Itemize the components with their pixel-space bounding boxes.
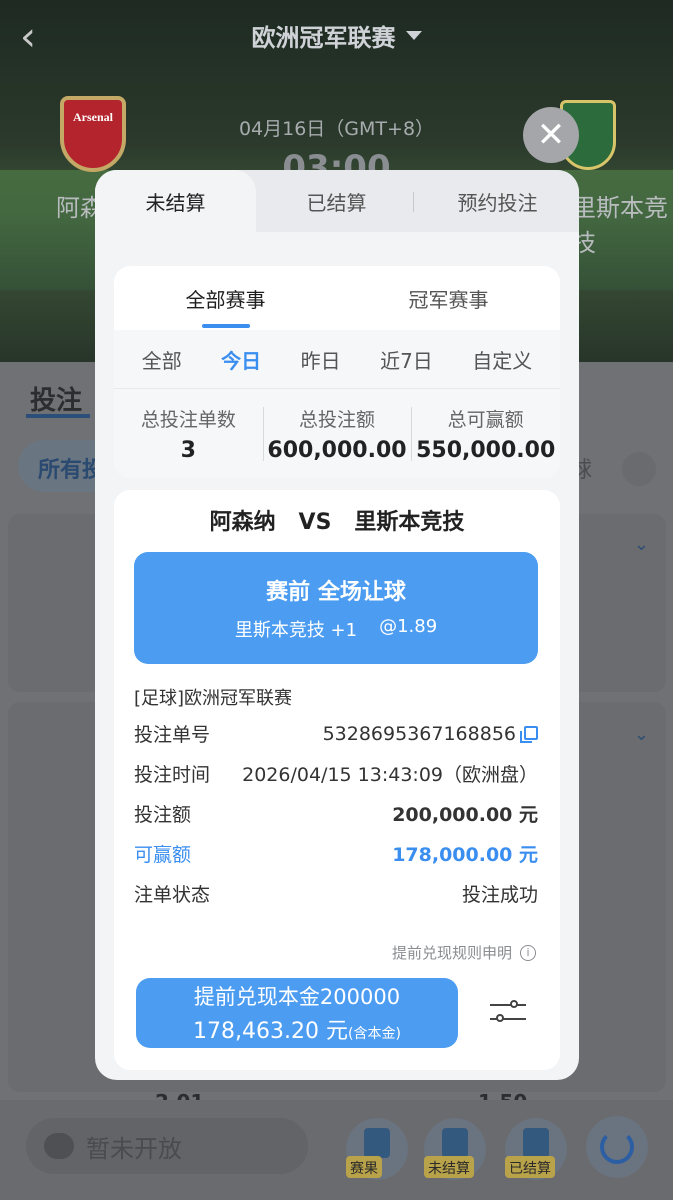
results-label: 赛果: [346, 1156, 382, 1178]
tab-champion-events[interactable]: 冠军赛事: [337, 266, 560, 330]
filter-today[interactable]: 今日: [221, 345, 261, 374]
stat-label: 总投注额: [299, 408, 376, 431]
copy-icon[interactable]: [520, 725, 538, 743]
stat-value: 600,000.00: [267, 437, 407, 463]
dropdown-icon[interactable]: [622, 452, 656, 486]
tab-underline: [26, 414, 90, 418]
status-label: 注单状态: [134, 884, 211, 906]
filter-last-7-days[interactable]: 近7日: [380, 345, 433, 374]
league-selector[interactable]: 欧洲冠军联赛: [252, 18, 422, 53]
caret-down-icon: [405, 30, 422, 40]
tab-bet[interactable]: 投注: [30, 380, 82, 417]
bet-selection-box: 赛前 全场让球 里斯本竞技 +1 @1.89: [134, 552, 538, 664]
bet-detail-card: 阿森纳 VS 里斯本竞技 赛前 全场让球 里斯本竞技 +1 @1.89 [足球]…: [114, 490, 560, 1070]
bet-pick: 里斯本竞技 +1: [234, 620, 358, 641]
win-amount: 178,000.00 元: [392, 844, 538, 866]
cashout-button[interactable]: 提前兑现本金200000 178,463.20 元(含本金): [136, 978, 458, 1048]
cashout-rules-link[interactable]: 提前兑现规则申明 i: [392, 942, 536, 963]
settled-label: 已结算: [505, 1156, 555, 1178]
close-icon: ✕: [536, 115, 566, 155]
active-tab-indicator: [202, 324, 250, 328]
cashout-rules-text: 提前兑现规则申明: [391, 944, 512, 962]
stake-label: 投注额: [134, 804, 192, 826]
chat-input[interactable]: 暂未开放: [26, 1118, 308, 1174]
adjust-sliders-icon[interactable]: [490, 996, 526, 1026]
stat-value: 3: [180, 437, 196, 463]
order-number-label: 投注单号: [134, 724, 211, 746]
filter-yesterday[interactable]: 昨日: [301, 345, 341, 374]
status-tabs: 未结算 已结算 预约投注: [95, 170, 579, 232]
bet-type: 赛前 全场让球: [266, 580, 406, 605]
away-team-name: 里斯本竞技: [572, 194, 668, 257]
cashout-amount: 178,463.20 元: [193, 1019, 349, 1044]
tab-divider: [413, 192, 414, 212]
filter-custom[interactable]: 自定义: [472, 345, 532, 374]
unsettled-label: 未结算: [424, 1156, 474, 1178]
bet-stats: 总投注单数 3 总投注额 600,000.00 总可赢额 550,000.00: [114, 388, 560, 478]
results-icon: [364, 1128, 390, 1158]
filter-all[interactable]: 全部: [142, 345, 182, 374]
stake-amount: 200,000.00 元: [392, 804, 538, 826]
settled-icon: [523, 1128, 549, 1158]
unsettled-icon: [442, 1128, 468, 1158]
bet-records-modal: 未结算 已结算 预约投注 全部赛事 冠军赛事 全部 今日 昨日 近7日 自定义 …: [95, 170, 579, 1080]
refresh-icon: [600, 1130, 634, 1164]
tab-reserved-bets[interactable]: 预约投注: [417, 170, 578, 232]
stat-label: 总可赢额: [447, 408, 524, 431]
bet-time: 2026/04/15 13:43:09（欧洲盘）: [242, 764, 538, 786]
chevron-down-icon[interactable]: ⌄: [634, 724, 649, 745]
win-label: 可赢额: [134, 844, 192, 866]
top-header: 欧洲冠军联赛: [0, 0, 673, 70]
cashout-note: (含本金): [348, 1026, 401, 1042]
chevron-left-icon[interactable]: ‹: [20, 14, 36, 60]
stat-total-bets: 总投注单数 3: [114, 389, 263, 478]
bet-time-row: 投注时间 2026/04/15 13:43:09（欧洲盘）: [134, 760, 538, 787]
order-number-row: 投注单号 5328695367168856: [134, 720, 538, 747]
status-value: 投注成功: [461, 884, 538, 906]
summary-card: 全部赛事 冠军赛事 全部 今日 昨日 近7日 自定义 总投注单数 3 总投注额 …: [114, 266, 560, 478]
stat-value: 550,000.00: [416, 437, 556, 463]
win-row: 可赢额 178,000.00 元: [134, 840, 538, 867]
bet-time-label: 投注时间: [134, 764, 211, 786]
tab-all-events[interactable]: 全部赛事: [114, 266, 337, 330]
order-number: 5328695367168856: [322, 722, 516, 745]
league-title: 欧洲冠军联赛: [251, 23, 396, 52]
stake-row: 投注额 200,000.00 元: [134, 800, 538, 827]
chat-placeholder: 暂未开放: [86, 1134, 182, 1163]
info-icon: i: [520, 944, 536, 961]
date-filters: 全部 今日 昨日 近7日 自定义: [114, 330, 560, 388]
stat-total-stake: 总投注额 600,000.00: [262, 389, 412, 478]
match-title: 阿森纳 VS 里斯本竞技: [209, 510, 465, 535]
tab-unsettled[interactable]: 未结算: [95, 170, 256, 232]
bet-odds: @1.89: [379, 616, 438, 637]
close-button[interactable]: ✕: [523, 107, 579, 163]
league-label: [足球]欧洲冠军联赛: [134, 688, 293, 709]
category-tabs: 全部赛事 冠军赛事: [114, 266, 560, 330]
stat-label: 总投注单数: [140, 408, 236, 431]
refresh-button[interactable]: [586, 1116, 648, 1178]
tab-settled[interactable]: 已结算: [256, 170, 417, 232]
chat-bubble-icon: [44, 1133, 74, 1159]
status-row: 注单状态 投注成功: [134, 880, 538, 907]
stat-total-win: 总可赢额 550,000.00: [411, 389, 560, 478]
chevron-down-icon[interactable]: ⌄: [634, 534, 649, 555]
cashout-title: 提前兑现本金200000: [193, 985, 401, 1009]
